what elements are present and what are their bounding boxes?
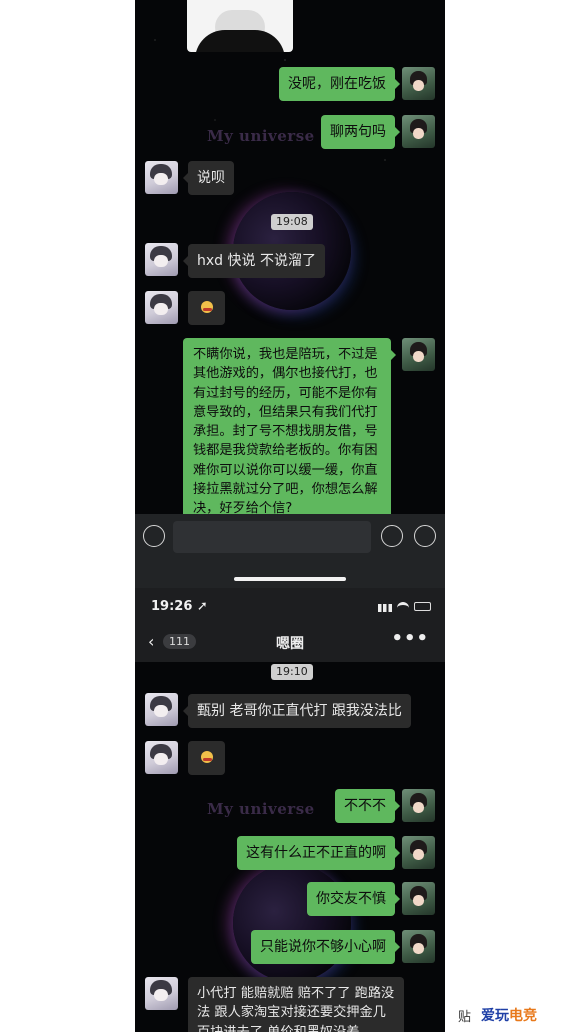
location-icon: ➚ (196, 599, 208, 614)
message-bubble[interactable]: 只能说你不够小心啊 (251, 930, 400, 964)
brand-logo: 爱玩电竞 (481, 1005, 537, 1025)
watermark-text: My universe (207, 800, 315, 818)
message-input-bar (135, 514, 445, 588)
avatar[interactable] (145, 291, 178, 324)
message-bubble[interactable]: hxd 快说 不说溜了 (183, 244, 325, 278)
message-bubble[interactable]: 不不不 (335, 789, 400, 823)
status-time: 19:26 ➚ (151, 599, 208, 614)
paste-label[interactable]: 贴 (458, 1006, 471, 1025)
avatar[interactable] (402, 789, 435, 822)
wifi-icon (397, 602, 409, 615)
home-indicator (234, 577, 346, 581)
watermark-text: My universe (207, 127, 315, 145)
avatar[interactable] (145, 161, 178, 194)
avatar[interactable] (402, 67, 435, 100)
emoji-face-icon (201, 751, 213, 763)
avatar[interactable] (145, 243, 178, 276)
thumbs-up-sticker[interactable] (188, 291, 225, 325)
message-bubble[interactable]: 这有什么正不正直的啊 (237, 836, 400, 870)
signal-icon (378, 604, 392, 612)
emoji-face-icon (201, 301, 213, 313)
timestamp: 19:08 (271, 214, 313, 230)
panda-meme-image[interactable] (187, 0, 293, 52)
message-bubble[interactable]: 聊两句吗 (321, 115, 400, 149)
message-bubble[interactable]: 不瞒你说，我也是陪玩，不过是其他游戏的，偶尔也接代打，也有过封号的经历，可能不是… (183, 338, 396, 526)
message-bubble[interactable]: 说呗 (183, 161, 234, 195)
brand-main-text: 爱玩 (481, 1008, 510, 1024)
brand-alt-text: 电竞 (509, 1008, 538, 1024)
battery-icon (414, 602, 431, 611)
site-watermark: 贴 爱玩电竞 (454, 998, 580, 1032)
avatar[interactable] (145, 977, 178, 1010)
status-and-header-bar: 19:26 ➚ ‹ 111 嗯圈 ••• (135, 588, 445, 662)
avatar[interactable] (402, 882, 435, 915)
more-options-icon[interactable]: ••• (391, 628, 429, 649)
message-input[interactable] (173, 521, 371, 553)
message-bubble[interactable]: 甄别 老哥你正直代打 跟我没法比 (183, 694, 411, 728)
message-bubble[interactable]: 你交友不慎 (307, 882, 400, 916)
avatar[interactable] (402, 338, 435, 371)
avatar[interactable] (145, 741, 178, 774)
avatar[interactable] (402, 930, 435, 963)
status-time-text: 19:26 (151, 599, 193, 614)
message-bubble[interactable]: 小代打 能赔就赔 赔不了了 跑路没法 跟人家淘宝对接还要交押金几百块进去了 单价… (188, 977, 404, 1032)
avatar[interactable] (402, 115, 435, 148)
message-bubble[interactable]: 没呢，刚在吃饭 (279, 67, 400, 101)
thumbs-up-sticker[interactable] (188, 741, 225, 775)
emoji-icon[interactable] (381, 525, 403, 547)
avatar[interactable] (145, 693, 178, 726)
voice-icon[interactable] (143, 525, 165, 547)
timestamp: 19:10 (271, 664, 313, 680)
avatar[interactable] (402, 836, 435, 869)
add-icon[interactable] (414, 525, 436, 547)
chat-screen: My universe My universe 没呢，刚在吃饭 聊两句吗 说呗 … (135, 0, 445, 1032)
